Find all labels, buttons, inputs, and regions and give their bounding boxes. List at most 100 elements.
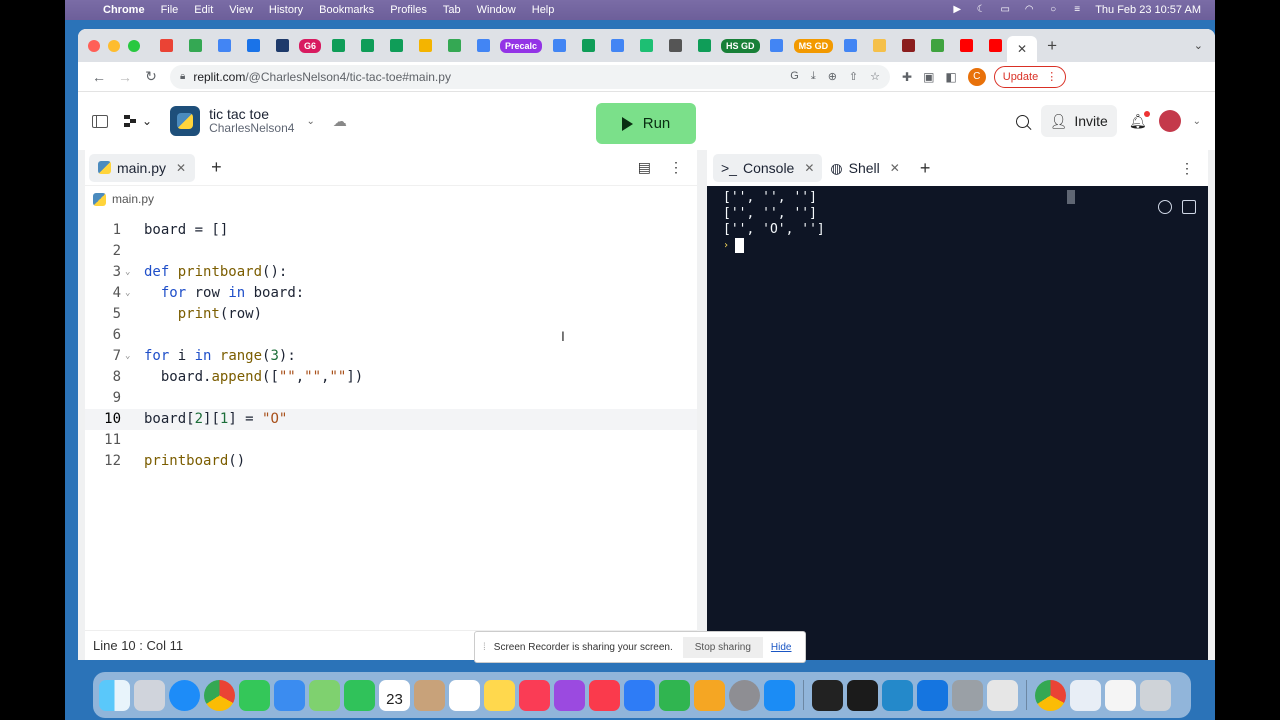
reload-icon[interactable]: ↻ [138, 68, 164, 85]
app-store-icon[interactable] [764, 679, 795, 711]
new-editor-tab-button[interactable]: + [211, 157, 222, 178]
notifications-bell-icon[interactable]: 🔔︎ [1129, 110, 1150, 130]
code-line[interactable]: 4 ⌄ for row in board: [85, 283, 697, 304]
tab-sheets-1[interactable] [326, 36, 350, 56]
tab-console[interactable]: >_ Console ✕ [713, 154, 823, 182]
code-line[interactable]: 1 board = [] [85, 220, 697, 241]
cursor-position[interactable]: Line 10 : Col 11 [93, 638, 183, 653]
tab-sheets-3[interactable] [384, 36, 408, 56]
tab-g6[interactable]: G6 [299, 36, 322, 56]
moon-icon[interactable]: ☾ [975, 5, 987, 15]
forward-icon[interactable]: → [112, 69, 138, 85]
menubar-clock[interactable]: Thu Feb 23 10:57 AM [1095, 4, 1201, 16]
file-outline-icon[interactable]: ▤ [638, 159, 651, 176]
numbers-icon[interactable] [659, 679, 690, 711]
menu-history[interactable]: History [269, 4, 303, 16]
tab-precalc[interactable]: Precalc [500, 36, 543, 56]
tab-user-3[interactable] [838, 36, 862, 56]
install-app-icon[interactable]: ⤓ [811, 70, 816, 83]
close-tab-icon[interactable]: ✕ [890, 161, 900, 175]
update-button[interactable]: Update ⋮ [993, 65, 1067, 88]
tab-user-1[interactable] [547, 36, 571, 56]
reminders-icon[interactable] [449, 679, 480, 711]
invite-button[interactable]: 👤︎ Invite [1040, 105, 1117, 137]
podcasts-icon[interactable] [554, 679, 585, 711]
menu-tab[interactable]: Tab [443, 4, 461, 16]
close-window-button[interactable] [88, 39, 100, 52]
tab-drive[interactable] [183, 36, 207, 56]
chrome-alt-icon[interactable] [1035, 679, 1066, 711]
back-icon[interactable]: ← [86, 69, 112, 85]
pages-icon[interactable] [694, 679, 725, 711]
news-icon[interactable] [589, 679, 620, 711]
menu-app-name[interactable]: Chrome [103, 4, 145, 16]
maps-icon[interactable] [309, 679, 340, 711]
code-line[interactable]: 11 [85, 430, 697, 451]
code-line[interactable]: 6 [85, 325, 697, 346]
replit-logo-menu[interactable]: ⌄ [124, 114, 152, 128]
tab-replit-small[interactable] [634, 36, 658, 56]
tab-sis[interactable] [270, 36, 294, 56]
search-icon[interactable] [1015, 114, 1029, 128]
side-panel-icon[interactable]: ◧ [945, 70, 956, 84]
extensions-puzzle-icon[interactable]: ✚ [902, 70, 912, 84]
safari-icon[interactable] [169, 679, 200, 711]
menu-edit[interactable]: Edit [194, 4, 213, 16]
zoom-icon[interactable]: ⊕ [828, 70, 837, 83]
tab-search-chevron-icon[interactable]: ⌄ [1194, 39, 1203, 52]
share-icon[interactable]: ⇧ [849, 70, 858, 83]
drag-handle-icon[interactable]: ⁞ [483, 642, 486, 653]
python-repl-icon[interactable] [170, 106, 201, 136]
textedit-icon[interactable] [1105, 679, 1136, 711]
activity-monitor-icon[interactable] [847, 679, 878, 711]
zoom-window-button[interactable] [128, 39, 140, 52]
repl-menu-chevron-icon[interactable]: ⌄ [306, 116, 314, 127]
tab-active-replit[interactable]: ✕ [1007, 36, 1038, 62]
menu-view[interactable]: View [229, 4, 253, 16]
tab-sheets-2[interactable] [355, 36, 379, 56]
terminal-icon[interactable] [812, 679, 843, 711]
trash-icon[interactable] [1140, 679, 1171, 711]
tab-misc-1[interactable] [867, 36, 891, 56]
menu-bookmarks[interactable]: Bookmarks [319, 4, 374, 16]
new-tab-button[interactable]: + [1047, 36, 1057, 56]
tab-youtube-2[interactable] [983, 36, 1007, 56]
tab-classroom[interactable] [442, 36, 466, 56]
fold-chevron-icon[interactable]: ⌄ [125, 346, 130, 367]
tab-shell[interactable]: ◍ Shell ✕ [822, 154, 907, 182]
menu-file[interactable]: File [161, 4, 179, 16]
console-scrollbar[interactable] [1067, 190, 1075, 204]
code-line[interactable]: 2 [85, 241, 697, 262]
music-icon[interactable] [519, 679, 550, 711]
preview-icon[interactable] [1070, 679, 1101, 711]
repl-name-block[interactable]: tic tac toe CharlesNelson4 [209, 107, 294, 135]
close-tab-icon[interactable]: ✕ [1017, 42, 1027, 56]
calendar-icon[interactable]: 23 [379, 679, 410, 711]
contacts-icon[interactable] [414, 679, 445, 711]
facetime-icon[interactable] [344, 679, 375, 711]
editor-more-icon[interactable]: ⋮ [669, 159, 683, 176]
code-editor[interactable]: 1 board = [] 2 3 ⌄ def printboard(): 4 ⌄ for… [85, 212, 697, 592]
messages-icon[interactable] [239, 679, 270, 711]
address-bar[interactable]: 🔒︎ replit.com/@CharlesNelson4/tic-tac-to… [170, 64, 890, 89]
account-chevron-icon[interactable]: ⌄ [1193, 116, 1201, 127]
hide-link[interactable]: Hide [771, 642, 792, 653]
tab-hs-gd[interactable]: HS GD [721, 36, 760, 56]
code-line-active[interactable]: 10 board[2][1] = "O" [85, 409, 697, 430]
clear-console-trash-icon[interactable] [1182, 200, 1196, 214]
system-preferences-icon[interactable] [729, 679, 760, 711]
fold-chevron-icon[interactable]: ⌄ [125, 283, 130, 304]
tab-slides[interactable] [413, 36, 437, 56]
stop-sharing-button[interactable]: Stop sharing [682, 636, 763, 658]
code-line[interactable]: 12 printboard() [85, 451, 697, 472]
automator-icon[interactable] [952, 679, 983, 711]
tab-main-py[interactable]: main.py ✕ [89, 153, 196, 182]
control-center-icon[interactable]: ≡ [1071, 5, 1083, 15]
code-line[interactable]: 9 [85, 388, 697, 409]
spotlight-icon[interactable]: ○ [1047, 5, 1059, 15]
notes-icon[interactable] [484, 679, 515, 711]
tab-docs[interactable] [212, 36, 236, 56]
tab-sheets-4[interactable] [576, 36, 600, 56]
cast-icon[interactable]: ▣ [923, 70, 934, 84]
launchpad-icon[interactable] [134, 679, 165, 711]
